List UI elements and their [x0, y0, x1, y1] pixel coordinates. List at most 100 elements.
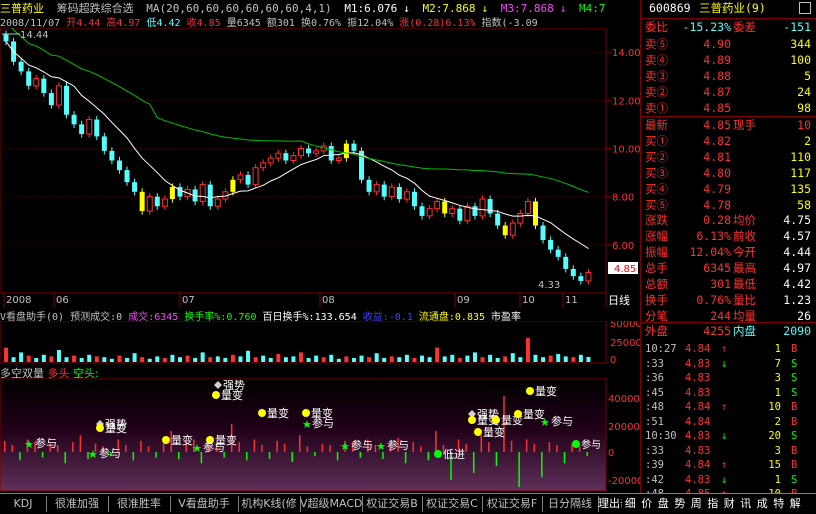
volume-chart[interactable]: 50000 25000 0: [0, 321, 640, 364]
duokong-bar: [125, 445, 127, 452]
duokong-bar: [495, 452, 498, 466]
tick-time: :39: [645, 459, 664, 471]
duokong-bar: [19, 452, 21, 461]
buy-label: 买④: [645, 182, 668, 196]
duokong-frame: [0, 378, 607, 492]
tab-11[interactable]: 细: [622, 496, 639, 512]
duokong-chart[interactable]: 40000200000-20000 强势 量变 强势 量变 量变 量变 ★ 参与 …: [0, 378, 640, 492]
stat-value-right: 1.23: [783, 293, 811, 307]
stat-row: 总额 301 最低 4.42: [641, 276, 816, 292]
signal-canyu-6: ★ 参与: [376, 438, 409, 453]
stat-value-left: 0.76%: [696, 293, 731, 307]
tab-17[interactable]: 财: [721, 496, 738, 512]
tab-5[interactable]: V超级MACD: [300, 496, 363, 512]
tab-8[interactable]: 权证交易F: [482, 496, 543, 512]
tab-0[interactable]: KDJ: [0, 496, 47, 512]
stat-label-right: 最高: [733, 261, 756, 275]
buy-price: 4.80: [703, 166, 731, 180]
candle-body: [540, 225, 546, 240]
tab-19[interactable]: 成: [754, 496, 771, 512]
duokong-bar: [480, 435, 483, 452]
tab-12[interactable]: 价: [639, 496, 656, 512]
tick-price: 4.84: [685, 415, 711, 428]
m1-arrow: ↓: [403, 2, 410, 14]
sell-volume: 344: [790, 37, 811, 51]
candle-body: [161, 198, 168, 207]
volume-bar: [125, 358, 130, 362]
kline-y-tick-label: 8.00: [612, 193, 634, 204]
candle-body: [177, 187, 183, 197]
duokong-bar: [518, 452, 520, 487]
panel-toggle-icon[interactable]: [799, 2, 811, 14]
bar-index: 指数(-3.09: [481, 18, 538, 28]
tab-1[interactable]: 很准加强: [46, 496, 109, 512]
buy-label: 买①: [645, 134, 668, 148]
volume-bar: [177, 357, 182, 362]
bar-close: 收4.85: [186, 18, 221, 28]
tab-13[interactable]: 盘: [655, 496, 672, 512]
tab-14[interactable]: 势: [672, 496, 689, 512]
svg-text:参与: 参与: [99, 446, 121, 460]
tab-7[interactable]: 权证交易C: [422, 496, 483, 512]
waipan-label: 外盘: [645, 324, 668, 338]
tick-vol: 20: [768, 430, 781, 442]
waipan-row: 外盘 4255 内盘 2090: [641, 322, 816, 339]
volume-title[interactable]: V看盘助手(0): [0, 312, 64, 321]
tab-10[interactable]: 理出击: [598, 496, 622, 512]
stat-label-left: 总额: [645, 277, 668, 291]
stat-label-right: 均价: [733, 213, 756, 227]
candle-body: [396, 187, 402, 200]
latest-label: 最新: [645, 118, 668, 132]
svg-text:★: ★: [340, 440, 350, 453]
tab-3[interactable]: V看盘助手: [170, 496, 239, 512]
tab-9[interactable]: 日分隔线: [542, 496, 599, 512]
tick-row: :48 4.84 ↑ 10 B: [641, 400, 816, 415]
indicator-name[interactable]: 筹码超跌综合选: [57, 2, 134, 14]
buy-price: 4.78: [703, 198, 731, 212]
candle-body: [146, 196, 153, 212]
tick-vol: 7: [774, 357, 781, 370]
tab-20[interactable]: 特: [771, 496, 788, 512]
candle-body: [154, 196, 160, 207]
candle-body: [555, 249, 561, 257]
tick-row: :39 4.84 ↑ 15 B: [641, 458, 816, 473]
tab-15[interactable]: 周: [688, 496, 705, 512]
stat-label-left: 换手: [645, 293, 668, 307]
candle-body: [495, 213, 501, 226]
candle-body: [139, 191, 145, 212]
candle-body: [487, 199, 493, 214]
neipan-value: 2090: [783, 324, 811, 338]
volume-bar: [261, 355, 266, 362]
candle-body: [381, 184, 387, 197]
period-label[interactable]: 日线: [608, 293, 630, 307]
tick-bs: S: [791, 357, 798, 370]
svg-text:★: ★: [192, 442, 202, 455]
volume-bar: [306, 358, 311, 362]
kline-chart[interactable]: 14.0012.0010.008.006.00 14.44 4.33 4.85 …: [0, 28, 640, 308]
stat-row: 振幅 12.04% 今开 4.44: [641, 244, 816, 260]
duokong-bar: [246, 452, 248, 461]
volume-bar: [533, 354, 538, 362]
candle-body: [199, 184, 206, 202]
tab-21[interactable]: 解: [787, 496, 804, 512]
volume-bar: [450, 354, 455, 362]
quote-panel: 600869 三普药业(9) 委比 -15.23% 委差 -151 卖⑤ 4.90…: [640, 0, 816, 500]
stat-row: 涨幅 6.13% 前收 4.57: [641, 228, 816, 244]
tab-18[interactable]: 讯: [738, 496, 755, 512]
tab-6[interactable]: 权证交易B: [362, 496, 423, 512]
deal-volume: 成交:6345: [128, 312, 179, 321]
current-price-tag: 4.85: [614, 264, 636, 275]
duokong-bar: [177, 452, 180, 459]
duokong-bar: [155, 452, 157, 458]
volume-bar: [359, 355, 364, 362]
tab-16[interactable]: 指: [705, 496, 722, 512]
volume-bar: [41, 354, 46, 362]
tab-2[interactable]: 很准胜率: [108, 496, 171, 512]
tick-bs: B: [791, 459, 798, 471]
tab-4[interactable]: 机构K线(修: [238, 496, 301, 512]
bar-change: 涨(0.28)6.13%: [399, 18, 476, 28]
candle-body: [373, 184, 380, 193]
volume-bar: [586, 356, 591, 362]
buy-price: 4.81: [703, 150, 731, 164]
candle-body: [298, 147, 304, 157]
